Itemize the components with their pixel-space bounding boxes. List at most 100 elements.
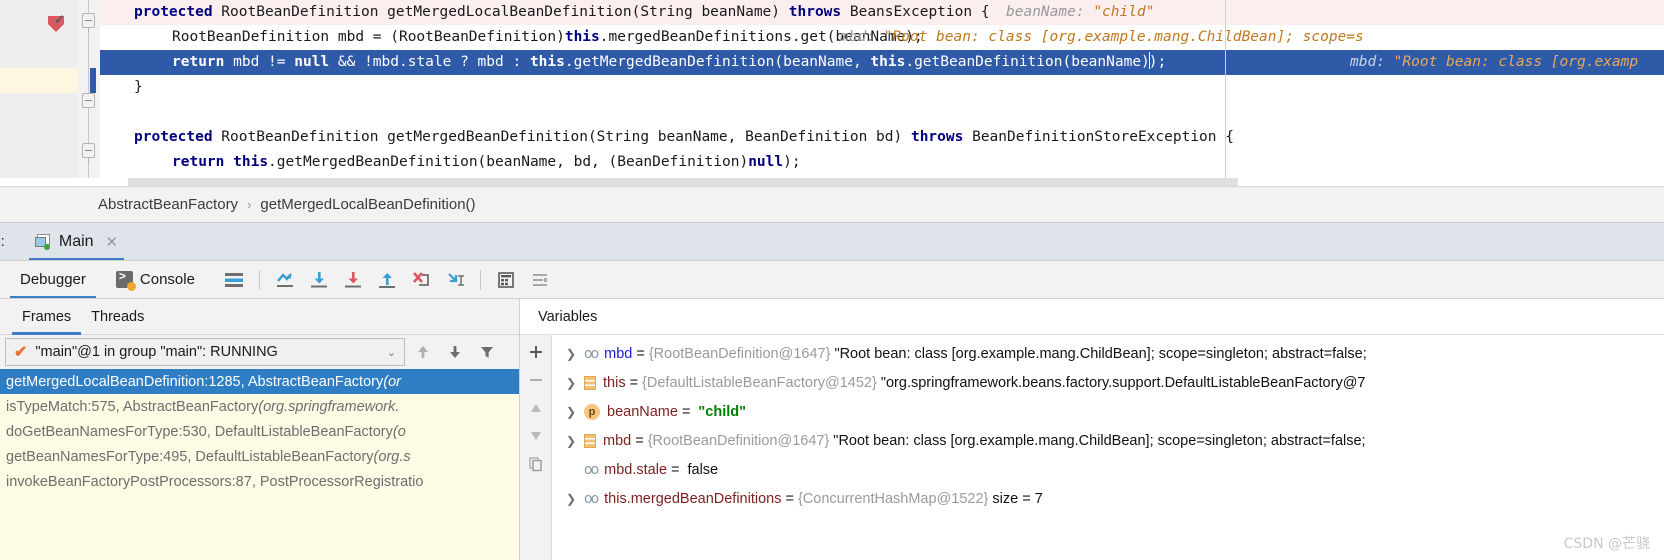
add-watch-button[interactable]: [523, 339, 549, 365]
frames-list[interactable]: getMergedLocalBeanDefinition:1285, Abstr…: [0, 369, 519, 560]
chevron-right-icon[interactable]: ❯: [566, 492, 584, 506]
intellij-debugger-window: ✓ protected RootBeanDefinition getMerged…: [0, 0, 1664, 560]
variables-list[interactable]: ❯ oo mbd = {RootBeanDefinition@1647} "Root be…: [552, 335, 1664, 560]
close-icon[interactable]: ✕: [106, 233, 119, 251]
frame-list-item[interactable]: getMergedLocalBeanDefinition:1285, Abstr…: [0, 369, 519, 394]
breadcrumb-item-class[interactable]: AbstractBeanFactory: [98, 196, 238, 213]
line-blank[interactable]: [100, 100, 1664, 125]
line-return-delegate[interactable]: return this.getMergedBeanDefinition(bean…: [100, 150, 1664, 175]
fold-marker-method-1[interactable]: [82, 13, 95, 33]
frame-list-item[interactable]: invokeBeanFactoryPostProcessors:87, Post…: [0, 469, 519, 494]
tab-frames-label: Frames: [22, 308, 72, 325]
line-signature-2[interactable]: protected RootBeanDefinition getMergedBe…: [100, 125, 1664, 150]
inline-debug-hint: beanName: "child": [1006, 4, 1155, 20]
watch-chain-icon: oo: [584, 490, 599, 507]
breadcrumb-item-method[interactable]: getMergedLocalBeanDefinition(): [260, 196, 475, 213]
thread-selector-row: ✔ "main"@1 in group "main": RUNNING ⌄: [0, 335, 519, 369]
variables-panel: Variables ❯ oo mbd = {RootBeanDefinition…: [519, 298, 1664, 560]
move-watch-up-button[interactable]: [523, 395, 549, 421]
frame-down-button[interactable]: [441, 338, 469, 366]
step-out-button[interactable]: [372, 265, 402, 295]
frame-list-item[interactable]: getBeanNamesForType:495, DefaultListable…: [0, 444, 519, 469]
tab-frames[interactable]: Frames: [12, 299, 82, 335]
frames-panel-tabs: Frames Threads: [0, 299, 519, 335]
chevron-right-icon[interactable]: ❯: [566, 376, 584, 390]
run-to-cursor-button[interactable]: [440, 265, 470, 295]
chevron-right-icon: ›: [247, 197, 252, 212]
frame-list-item[interactable]: doGetBeanNamesForType:530, DefaultListab…: [0, 419, 519, 444]
thread-selector[interactable]: ✔ "main"@1 in group "main": RUNNING ⌄: [5, 338, 405, 366]
editor-gutter[interactable]: [0, 0, 78, 186]
frame-up-button[interactable]: [409, 338, 437, 366]
debug-session-tab-main[interactable]: Main ✕: [28, 223, 125, 261]
current-execution-line-marker: [90, 68, 96, 93]
line-signature[interactable]: protected RootBeanDefinition getMergedLo…: [100, 0, 1664, 25]
code-lines[interactable]: protected RootBeanDefinition getMergedLo…: [100, 0, 1664, 186]
field-icon: [584, 375, 596, 390]
settings-button[interactable]: [525, 265, 555, 295]
chevron-right-icon[interactable]: ❯: [566, 347, 584, 361]
frame-list-item[interactable]: isTypeMatch:575, AbstractBeanFactory (or…: [0, 394, 519, 419]
variable-name: this.mergedBeanDefinitions: [604, 490, 782, 507]
variables-header: Variables: [520, 299, 1664, 335]
variable-equals: =: [671, 461, 680, 478]
variable-type: {RootBeanDefinition@1647}: [648, 345, 831, 362]
debugger-panels: Frames Threads ✔ "main"@1 in group "main…: [0, 298, 1664, 560]
variable-value: size = 7: [992, 490, 1043, 507]
right-margin-guide: [1225, 0, 1226, 186]
chevron-right-icon[interactable]: ❯: [566, 405, 584, 419]
line-return-current[interactable]: return mbd != null && !mbd.stale ? mbd :…: [100, 50, 1664, 75]
code-text: }: [134, 79, 143, 95]
breadcrumb[interactable]: AbstractBeanFactory › getMergedLocalBean…: [0, 186, 1664, 222]
step-into-button[interactable]: [304, 265, 334, 295]
chevron-down-icon[interactable]: ⌄: [387, 346, 396, 359]
frames-filter-button[interactable]: [473, 338, 501, 366]
variable-row[interactable]: ❯ oo mbd = {RootBeanDefinition@1647} "Root be…: [552, 339, 1664, 368]
step-over-button[interactable]: [270, 265, 300, 295]
tab-threads[interactable]: Threads: [81, 299, 154, 335]
force-step-into-button[interactable]: [338, 265, 368, 295]
code-text: return this.getMergedBeanDefinition(bean…: [172, 154, 801, 170]
thread-running-icon: ✔: [14, 344, 28, 361]
variable-row[interactable]: ❯ p beanName = "child": [552, 397, 1664, 426]
move-watch-down-button[interactable]: [523, 423, 549, 449]
tab-debugger[interactable]: Debugger: [10, 261, 96, 299]
code-text: protected RootBeanDefinition getMergedBe…: [134, 129, 1234, 145]
drop-frame-button[interactable]: [406, 265, 436, 295]
parameter-icon: p: [584, 403, 600, 420]
copy-value-button[interactable]: [523, 451, 549, 477]
variable-equals: =: [635, 432, 644, 449]
frame-method: getBeanNamesForType:495, DefaultListable…: [6, 448, 374, 465]
remove-watch-button[interactable]: [523, 367, 549, 393]
breakpoint-icon[interactable]: ✓: [48, 13, 66, 34]
variable-type: {ConcurrentHashMap@1522}: [797, 490, 989, 507]
editor-horizontal-scrollbar[interactable]: [128, 178, 1238, 186]
line-mbd-assign[interactable]: RootBeanDefinition mbd = (RootBeanDefini…: [100, 25, 1664, 50]
code-text: return mbd != null && !mbd.stale ? mbd :…: [172, 52, 1167, 70]
variable-row[interactable]: ❯ mbd = {RootBeanDefinition@1647} "Root bean…: [552, 426, 1664, 455]
toolbar-separator-2: [479, 269, 481, 290]
fold-marker-method-2[interactable]: [82, 143, 95, 163]
variable-row[interactable]: ❯ this = {DefaultListableBeanFactory@1452} "…: [552, 368, 1664, 397]
tab-console-label: Console: [139, 271, 195, 288]
evaluate-expression-button[interactable]: [491, 265, 521, 295]
frame-package: (o: [392, 423, 406, 440]
variable-value: false: [687, 461, 719, 478]
variable-equals: =: [636, 345, 645, 362]
variable-row[interactable]: ❯ oo this.mergedBeanDefinitions = {Concurren…: [552, 484, 1664, 513]
watch-chain-icon: oo: [584, 345, 599, 362]
tab-console[interactable]: Console: [106, 261, 205, 299]
mute-breakpoints-button[interactable]: [219, 265, 249, 295]
variable-row[interactable]: oo mbd.stale = false: [552, 455, 1664, 484]
debugger-toolbar: Debugger Console: [0, 260, 1664, 299]
frame-package: (or: [383, 373, 401, 390]
watch-chain-icon: oo: [584, 461, 599, 478]
frame-method: getMergedLocalBeanDefinition:1285, Abstr…: [6, 373, 384, 390]
field-icon: [584, 433, 596, 448]
code-editor[interactable]: ✓ protected RootBeanDefinition getMerged…: [0, 0, 1664, 186]
line-close-brace[interactable]: }: [100, 75, 1664, 100]
debug-session-icon: [34, 233, 51, 250]
chevron-right-icon[interactable]: ❯: [566, 434, 584, 448]
code-text: RootBeanDefinition mbd = (RootBeanDefini…: [172, 29, 923, 45]
fold-marker-end-1[interactable]: [82, 93, 95, 108]
